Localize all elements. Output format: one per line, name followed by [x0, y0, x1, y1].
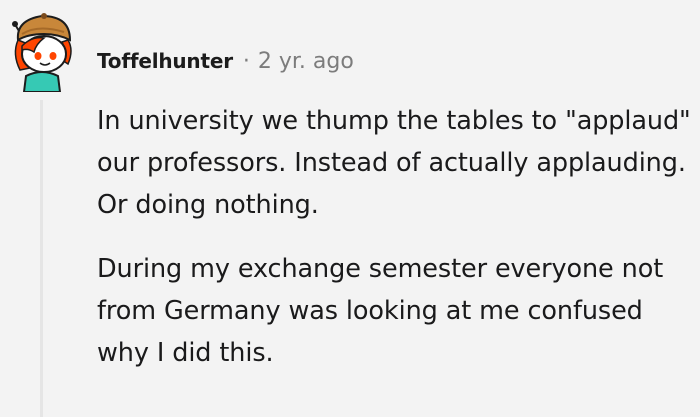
meta-separator: · [242, 48, 250, 74]
comment: Toffelhunter · 2 yr. ago In university w… [0, 0, 700, 417]
comment-body: In university we thump the tables to "ap… [97, 100, 692, 396]
comment-paragraph-1: In university we thump the tables to "ap… [97, 106, 691, 220]
comment-header: Toffelhunter · 2 yr. ago [97, 43, 354, 79]
thread-line[interactable] [40, 100, 43, 417]
username-link[interactable]: Toffelhunter [97, 49, 233, 73]
comment-paragraph-2: During my exchange semester everyone not… [97, 254, 664, 368]
snoo-avatar-icon[interactable] [8, 10, 78, 93]
timestamp-link[interactable]: 2 yr. ago [258, 49, 354, 74]
